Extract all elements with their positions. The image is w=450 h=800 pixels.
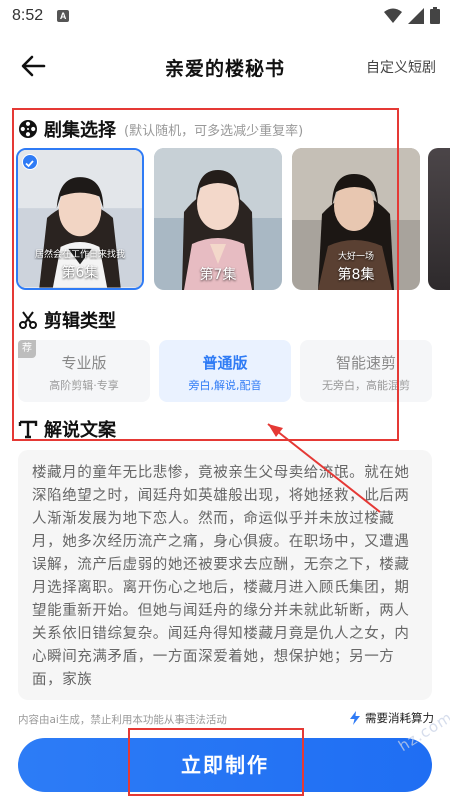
annotation-arrow-icon (267, 423, 381, 513)
